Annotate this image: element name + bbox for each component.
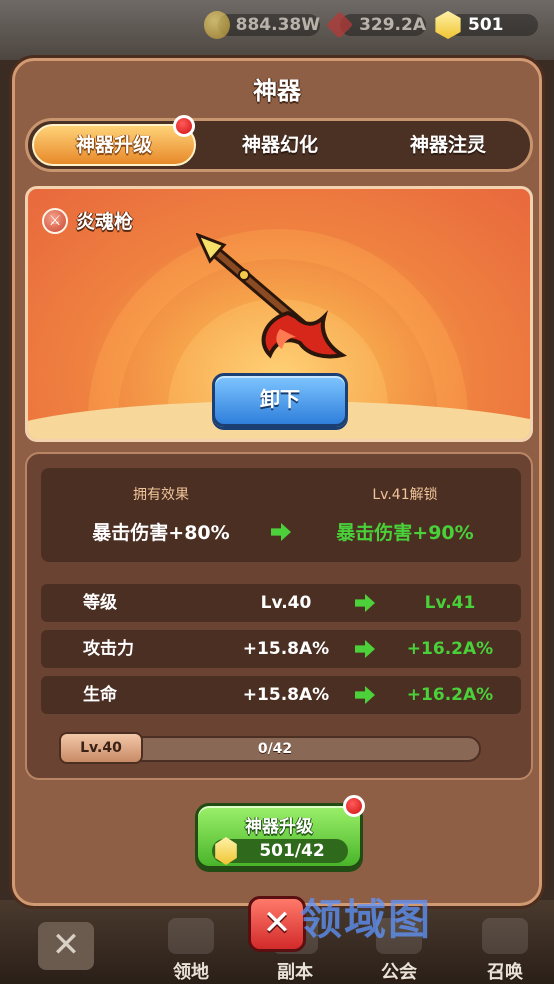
stat-label: 攻击力 bbox=[83, 639, 134, 659]
stat-next: +16.2A% bbox=[406, 685, 494, 705]
stat-current: +15.8A% bbox=[242, 685, 330, 705]
unlock-effect-value: 暴击伤害+90% bbox=[336, 522, 474, 544]
token-amount: 501 bbox=[468, 15, 504, 35]
upgrade-cost: 501/42 bbox=[212, 837, 348, 865]
owned-effect-box: 拥有效果 Lv.41解锁 暴击伤害+80% 暴击伤害+90% bbox=[41, 468, 521, 562]
arrow-right-icon bbox=[355, 594, 375, 612]
arrow-right-icon bbox=[355, 640, 375, 658]
nav-label: 召唤 bbox=[487, 962, 523, 983]
unlock-effect-header: Lv.41解锁 bbox=[372, 487, 438, 503]
stats-panel: 拥有效果 Lv.41解锁 暴击伤害+80% 暴击伤害+90% 等级 Lv.40 … bbox=[25, 452, 533, 780]
unequip-button[interactable]: 卸下 bbox=[212, 373, 348, 427]
stat-next: Lv.41 bbox=[424, 593, 476, 613]
nav-territory[interactable]: 领地 bbox=[146, 918, 236, 984]
nav-label: 副本 bbox=[277, 962, 313, 983]
stat-label: 等级 bbox=[83, 593, 117, 613]
weapon-name: 炎魂枪 bbox=[76, 211, 134, 233]
owned-effect-value: 暴击伤害+80% bbox=[92, 522, 230, 544]
tab-artifact-upgrade[interactable]: 神器升级 bbox=[32, 124, 196, 166]
gold-coin-icon bbox=[204, 11, 230, 39]
currency-bar: 884.38W 329.2A 501 bbox=[0, 8, 554, 42]
gem-amount: 329.2A bbox=[359, 15, 426, 35]
artifact-upgrade-button[interactable]: 神器升级 501/42 bbox=[195, 803, 363, 869]
token-counter: 501 bbox=[434, 10, 538, 40]
gold-amount: 884.38W bbox=[235, 15, 320, 35]
weapon-showcase: ⚔ 炎魂枪 卸下 bbox=[25, 186, 533, 442]
stat-row-hp: 生命 +15.8A% +16.2A% bbox=[41, 676, 521, 714]
territory-icon bbox=[168, 918, 214, 954]
stat-next: +16.2A% bbox=[406, 639, 494, 659]
stat-current: Lv.40 bbox=[260, 593, 312, 613]
tab-artifact-transform[interactable]: 神器幻化 bbox=[198, 124, 362, 166]
artifact-dialog: 神器 神器升级 神器幻化 神器注灵 ⚔ 炎魂枪 卸下 拥有效果 Lv.41解锁 … bbox=[12, 58, 542, 906]
tab-notification-dot bbox=[173, 115, 195, 137]
stat-row-attack: 攻击力 +15.8A% +16.2A% bbox=[41, 630, 521, 668]
gold-counter: 884.38W bbox=[204, 10, 320, 40]
close-dialog-button[interactable]: ✕ bbox=[248, 896, 306, 952]
weapon-type-icon: ⚔ bbox=[42, 207, 68, 234]
upgrade-button-label: 神器升级 bbox=[245, 817, 313, 837]
stat-current: +15.8A% bbox=[242, 639, 330, 659]
nav-label: 公会 bbox=[381, 962, 417, 983]
stat-row-level: 等级 Lv.40 Lv.41 bbox=[41, 584, 521, 622]
weapon-title: ⚔ 炎魂枪 bbox=[42, 207, 133, 234]
arrow-right-icon bbox=[271, 523, 291, 541]
gem-counter: 329.2A bbox=[325, 10, 426, 40]
watermark-logo: 领域图 bbox=[300, 895, 433, 944]
upgrade-notification-dot bbox=[343, 795, 365, 817]
tab-bar: 神器升级 神器幻化 神器注灵 bbox=[25, 118, 533, 172]
arrow-right-icon bbox=[355, 686, 375, 704]
upgrade-cost-value: 501/42 bbox=[259, 841, 325, 861]
progress-level-tag: Lv.40 bbox=[59, 732, 143, 764]
artifact-token-icon bbox=[215, 837, 237, 865]
dialog-title: 神器 bbox=[253, 77, 301, 105]
nav-label: 领地 bbox=[173, 962, 209, 983]
stat-label: 生命 bbox=[83, 685, 117, 705]
tab-artifact-infuse[interactable]: 神器注灵 bbox=[366, 124, 530, 166]
flame-spear-icon bbox=[196, 233, 348, 359]
owned-effect-header: 拥有效果 bbox=[133, 487, 189, 503]
